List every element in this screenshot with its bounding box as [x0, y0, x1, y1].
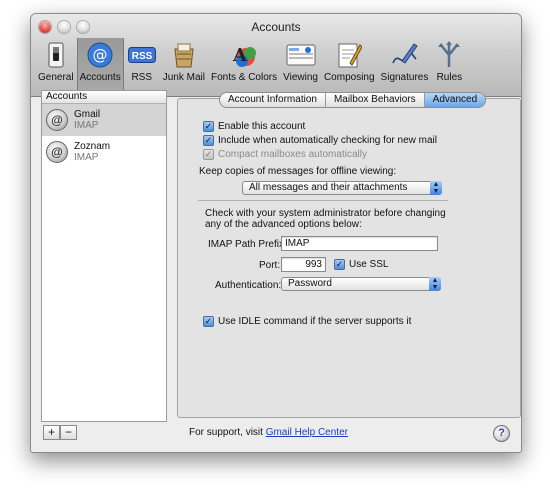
use-idle-checkbox[interactable]: ✓	[203, 316, 214, 327]
at-sign-icon: @	[46, 109, 68, 131]
account-text: Zoznam IMAP	[74, 141, 110, 163]
toolbar-accounts[interactable]: @ Accounts	[76, 38, 124, 94]
use-ssl-row[interactable]: ✓ Use SSL	[334, 259, 388, 270]
include-checking-checkbox[interactable]: ✓	[203, 135, 214, 146]
support-text: For support, visit Gmail Help Center	[189, 427, 348, 438]
use-ssl-checkbox[interactable]: ✓	[334, 259, 345, 270]
toolbar-rss-label: RSS	[131, 72, 152, 83]
toolbar-composing-label: Composing	[323, 72, 375, 83]
authentication-label: Authentication:	[215, 280, 282, 291]
keep-copies-value: All messages and their attachments	[249, 182, 408, 193]
signatures-icon	[389, 41, 419, 69]
toolbar-viewing-label: Viewing	[283, 72, 318, 83]
compact-mailboxes-row: ✓ Compact mailboxes automatically	[203, 149, 367, 160]
general-switch-icon	[41, 41, 71, 69]
separator	[198, 200, 448, 201]
rss-icon: RSS	[127, 41, 157, 69]
account-item-gmail[interactable]: @ Gmail IMAP	[42, 104, 166, 136]
toolbar-fonts-colors[interactable]: A Fonts & Colors	[208, 38, 280, 94]
rss-badge-text: RSS	[131, 51, 152, 62]
junk-mail-icon	[169, 41, 199, 69]
toolbar-signatures-label: Signatures	[380, 72, 429, 83]
toolbar-junk-mail[interactable]: Junk Mail	[160, 38, 208, 94]
enable-account-label: Enable this account	[218, 121, 306, 132]
accounts-list-header: Accounts	[42, 91, 166, 104]
add-account-button[interactable]: +	[43, 425, 60, 440]
keep-copies-popup[interactable]: All messages and their attachments ▲ ▼	[242, 181, 442, 195]
viewing-icon	[286, 41, 316, 69]
toolbar-junk-mail-label: Junk Mail	[162, 72, 205, 83]
tab-advanced[interactable]: Advanced	[424, 93, 486, 107]
use-ssl-label: Use SSL	[349, 259, 389, 270]
account-name: Zoznam	[74, 141, 111, 152]
account-name: Gmail	[74, 109, 101, 120]
admin-note-line-1: Check with your system administrator bef…	[205, 208, 446, 219]
use-idle-row[interactable]: ✓ Use IDLE command if the server support…	[203, 316, 411, 327]
port-label: Port:	[259, 260, 281, 271]
keep-copies-label: Keep copies of messages for offline view…	[199, 166, 397, 177]
at-sign-icon: @	[85, 41, 115, 69]
gmail-help-center-link[interactable]: Gmail Help Center	[266, 427, 348, 438]
advanced-panel	[177, 98, 521, 418]
include-checking-label: Include when automatically checking for …	[218, 135, 437, 146]
rules-icon	[434, 41, 464, 69]
toolbar-rules-label: Rules	[436, 72, 463, 83]
composing-icon	[334, 41, 364, 69]
remove-account-button[interactable]: −	[60, 425, 77, 440]
title-bar: Accounts General @ Accounts RSS RSS Junk…	[31, 14, 521, 97]
port-field[interactable]: 993	[281, 257, 326, 272]
account-text: Gmail IMAP	[74, 109, 100, 131]
imap-prefix-field[interactable]: IMAP	[281, 236, 438, 251]
preferences-window: Accounts General @ Accounts RSS RSS Junk…	[30, 13, 522, 453]
account-type: IMAP	[74, 120, 99, 131]
support-prefix: For support, visit	[189, 427, 263, 438]
account-item-zoznam[interactable]: @ Zoznam IMAP	[42, 136, 166, 168]
toolbar-general[interactable]: General	[35, 38, 77, 94]
enable-account-checkbox[interactable]: ✓	[203, 121, 214, 132]
toolbar-composing[interactable]: Composing	[321, 38, 378, 94]
window-title: Accounts	[251, 20, 301, 34]
popup-arrows-icon: ▲ ▼	[430, 181, 442, 195]
toolbar-rss[interactable]: RSS RSS	[124, 38, 160, 94]
include-checking-row[interactable]: ✓ Include when automatically checking fo…	[203, 135, 437, 146]
toolbar-fonts-colors-label: Fonts & Colors	[210, 72, 278, 83]
svg-text:A: A	[232, 45, 248, 66]
svg-text:@: @	[93, 46, 108, 64]
admin-note-line-2: any of the advanced options below:	[205, 219, 362, 230]
authentication-popup[interactable]: Password ▲ ▼	[281, 277, 441, 291]
at-sign-icon: @	[46, 141, 68, 163]
compact-mailboxes-label: Compact mailboxes automatically	[218, 149, 367, 160]
tab-bar: Account Information Mailbox Behaviors Ad…	[219, 92, 487, 108]
toolbar-accounts-label: Accounts	[79, 72, 121, 83]
use-idle-label: Use IDLE command if the server supports …	[218, 316, 412, 327]
accounts-list[interactable]: Accounts @ Gmail IMAP @ Zoznam IMAP	[41, 90, 167, 422]
account-type: IMAP	[74, 152, 99, 163]
toolbar-general-label: General	[38, 72, 74, 83]
toolbar-rules[interactable]: Rules	[431, 38, 467, 94]
popup-arrows-icon: ▲ ▼	[429, 277, 441, 291]
toolbar-viewing[interactable]: Viewing	[280, 38, 321, 94]
fonts-colors-icon: A	[229, 41, 259, 69]
tab-account-information[interactable]: Account Information	[220, 93, 326, 107]
enable-account-row[interactable]: ✓ Enable this account	[203, 121, 305, 132]
toolbar-signatures[interactable]: Signatures	[378, 38, 432, 94]
help-button[interactable]: ?	[493, 425, 510, 442]
imap-prefix-label: IMAP Path Prefix:	[208, 239, 287, 250]
tab-mailbox-behaviors[interactable]: Mailbox Behaviors	[326, 93, 425, 107]
authentication-value: Password	[288, 278, 332, 289]
toolbar: General @ Accounts RSS RSS Junk Mail A F…	[35, 38, 467, 94]
compact-mailboxes-checkbox: ✓	[203, 149, 214, 160]
